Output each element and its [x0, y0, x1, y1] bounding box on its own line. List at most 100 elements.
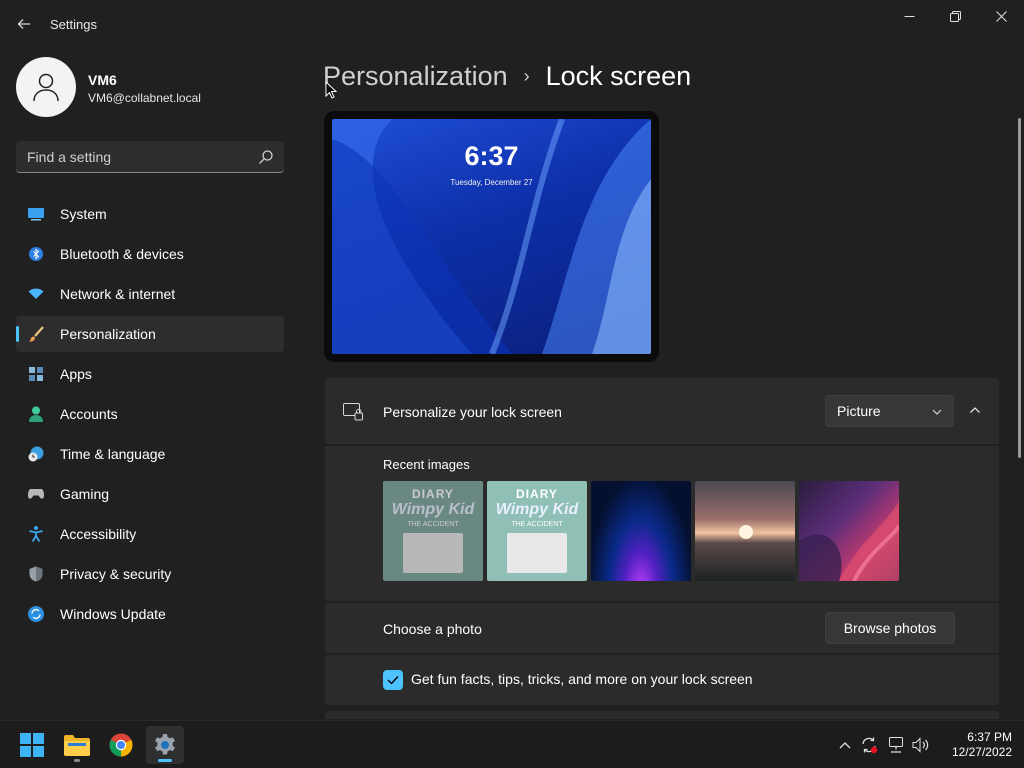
search-placeholder: Find a setting: [27, 149, 112, 165]
browse-photos-button[interactable]: Browse photos: [825, 612, 955, 644]
person-avatar-icon: [33, 73, 59, 102]
sidebar-item-label: System: [60, 206, 107, 222]
apps-icon: [28, 366, 44, 382]
start-button[interactable]: [13, 726, 51, 764]
sidebar-item-apps[interactable]: Apps: [16, 356, 284, 392]
recent-image-blue-glow[interactable]: [591, 481, 691, 581]
sidebar-item-system[interactable]: System: [16, 196, 284, 232]
user-profile[interactable]: VM6 VM6@collabnet.local: [16, 57, 286, 117]
user-email: VM6@collabnet.local: [88, 91, 201, 105]
recent-image-purple-swirl[interactable]: [799, 481, 899, 581]
minimize-icon: [904, 15, 914, 17]
book-illustration: [507, 533, 567, 573]
sidebar-item-accessibility[interactable]: Accessibility: [16, 516, 284, 552]
back-button[interactable]: [12, 12, 36, 36]
app-title: Settings: [50, 17, 97, 32]
restore-icon: [949, 10, 961, 22]
show-hidden-icons-button[interactable]: [836, 736, 854, 754]
choose-photo-label: Choose a photo: [383, 621, 482, 637]
clock-date: 12/27/2022: [951, 745, 1012, 759]
book-title-text: DIARY: [412, 487, 454, 501]
folder-icon: [64, 735, 90, 756]
book-title-text: Wimpy Kid: [495, 501, 579, 518]
sidebar-item-label: Gaming: [60, 486, 110, 502]
wifi-icon: [28, 286, 44, 302]
book-title-text: DIARY: [516, 487, 558, 501]
settings-button[interactable]: [146, 726, 184, 764]
preview-date: Tuesday, December 27: [450, 178, 533, 187]
fun-facts-label: Get fun facts, tips, tricks, and more on…: [411, 671, 753, 687]
preview-time: 6:37: [464, 141, 519, 171]
sidebar-item-time-language[interactable]: Time & language: [16, 436, 284, 472]
recent-image-sunset-lake[interactable]: [695, 481, 795, 581]
breadcrumb-parent[interactable]: Personalization: [323, 61, 508, 92]
clock-globe-icon: [28, 446, 44, 462]
sidebar-item-personalization[interactable]: Personalization: [16, 316, 284, 352]
clock-time: 6:37 PM: [967, 730, 1012, 744]
fun-facts-row: Get fun facts, tips, tricks, and more on…: [325, 655, 999, 705]
sidebar-item-bluetooth[interactable]: Bluetooth & devices: [16, 236, 284, 272]
minimize-button[interactable]: [897, 6, 921, 26]
close-icon: [995, 10, 1007, 22]
checkmark-icon: [387, 676, 399, 685]
sidebar-item-privacy[interactable]: Privacy & security: [16, 556, 284, 592]
sync-status-button[interactable]: [860, 736, 878, 754]
collapse-button[interactable]: [963, 398, 987, 422]
personalize-title: Personalize your lock screen: [383, 404, 562, 420]
dropdown-selected-value: Picture: [837, 403, 881, 419]
lock-screen-preview: 6:37 Tuesday, December 27: [324, 111, 659, 362]
running-indicator: [74, 759, 80, 762]
back-arrow-icon: [17, 19, 30, 29]
scrollbar[interactable]: [1018, 118, 1021, 458]
book-illustration: [403, 533, 463, 573]
breadcrumb-separator: ›: [523, 65, 530, 86]
close-button[interactable]: [989, 6, 1013, 26]
personalize-lock-screen-row[interactable]: Personalize your lock screen Picture: [325, 378, 999, 444]
title-bar: Settings: [0, 0, 1024, 48]
sidebar-item-windows-update[interactable]: Windows Update: [16, 596, 284, 632]
recent-image-diary-wimpy-kid-faded[interactable]: DIARY Wimpy Kid THE ACCIDENT: [383, 481, 483, 581]
shield-icon: [28, 566, 44, 582]
taskbar-clock[interactable]: 6:37 PM 12/27/2022: [938, 730, 1012, 760]
update-icon: [28, 606, 44, 622]
lock-screen-type-dropdown[interactable]: Picture: [825, 395, 954, 427]
sidebar-item-label: Accounts: [60, 406, 118, 422]
chrome-button[interactable]: [102, 726, 140, 764]
person-icon: [28, 406, 44, 422]
restore-button[interactable]: [943, 6, 967, 26]
volume-button[interactable]: [912, 736, 930, 754]
book-subtitle-text: THE ACCIDENT: [407, 521, 459, 528]
search-input[interactable]: Find a setting: [16, 141, 284, 173]
volume-icon: [912, 737, 929, 753]
network-status-button[interactable]: [887, 736, 905, 754]
file-explorer-button[interactable]: [58, 726, 96, 764]
sidebar-item-label: Privacy & security: [60, 566, 172, 582]
chrome-icon: [109, 733, 133, 757]
sidebar-item-label: Accessibility: [60, 526, 137, 542]
recent-images-label: Recent images: [383, 457, 470, 472]
gear-icon: [155, 734, 175, 755]
bluetooth-icon: [28, 246, 44, 262]
recent-image-diary-wimpy-kid[interactable]: DIARY Wimpy Kid THE ACCIDENT: [487, 481, 587, 581]
fun-facts-checkbox[interactable]: [383, 670, 403, 690]
accessibility-icon: [28, 526, 44, 542]
chevron-up-icon: [970, 407, 980, 413]
sidebar-item-gaming[interactable]: Gaming: [16, 476, 284, 512]
next-setting-card: [325, 711, 999, 719]
lock-screen-wallpaper: 6:37 Tuesday, December 27: [332, 119, 651, 354]
avatar: [16, 57, 76, 117]
sidebar-nav: System Bluetooth & devices Network & int…: [16, 196, 284, 636]
chevron-down-icon: [932, 409, 942, 415]
user-name: VM6: [88, 72, 117, 88]
sidebar-item-label: Personalization: [60, 326, 156, 342]
sidebar-item-label: Bluetooth & devices: [60, 246, 184, 262]
choose-photo-row: Choose a photo Browse photos: [325, 603, 999, 653]
sidebar-item-network[interactable]: Network & internet: [16, 276, 284, 312]
sidebar-item-label: Network & internet: [60, 286, 176, 302]
lock-screen-icon: [343, 403, 363, 421]
recent-images-list: DIARY Wimpy Kid THE ACCIDENT DIARY Wimpy…: [383, 481, 899, 581]
sidebar-item-accounts[interactable]: Accounts: [16, 396, 284, 432]
taskbar: 6:37 PM 12/27/2022: [0, 720, 1024, 768]
sidebar-item-label: Time & language: [60, 446, 166, 462]
brush-icon: [28, 326, 44, 342]
